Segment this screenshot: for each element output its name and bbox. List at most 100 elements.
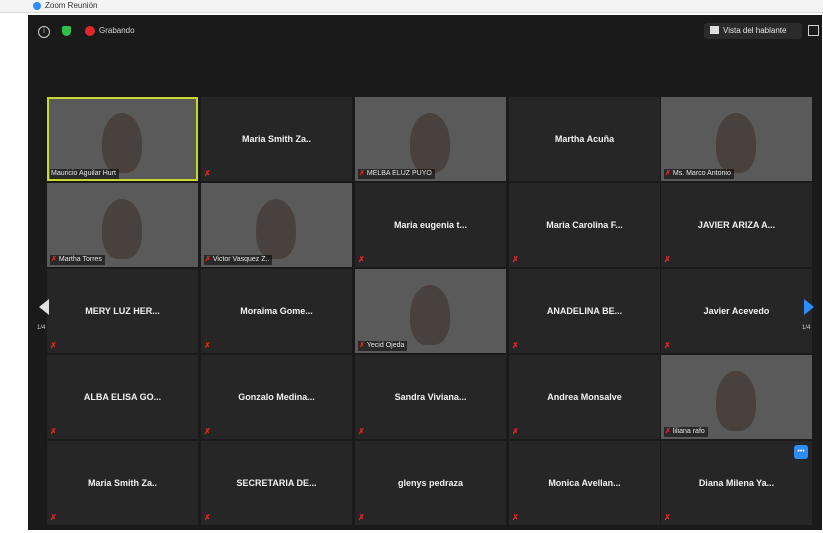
participant-tile[interactable]: ✗ MELBA ELUZ PUYO (355, 97, 506, 181)
muted-mic-icon: ✗ (204, 341, 211, 350)
participant-tile[interactable]: ✗ Ms. Marco Antonio (661, 97, 812, 181)
participant-tile[interactable]: Moraima Gome... ✗ (201, 269, 352, 353)
meeting-top-bar: i Grabando Vista del hablante (28, 15, 822, 50)
participant-name: Sandra Viviana... (394, 392, 467, 402)
participant-tile[interactable]: Diana Milena Ya... ✗ (661, 441, 812, 525)
participant-tile[interactable]: Maria Smith Za.. ✗ (201, 97, 352, 181)
participant-name: Moraima Gome... (240, 306, 313, 316)
muted-mic-icon: ✗ (512, 341, 519, 350)
participant-name: Martha Torres (58, 256, 102, 263)
shield-icon[interactable] (62, 26, 71, 36)
participant-name-tag: ✗ MELBA ELUZ PUYO (358, 169, 435, 179)
participant-tile[interactable]: Javier Acevedo ✗ (661, 269, 812, 353)
muted-mic-icon: ✗ (512, 427, 519, 436)
participant-tile[interactable]: ✗ Victor Vasquez Z.. (201, 183, 352, 267)
participant-video (716, 113, 756, 173)
participant-name: Javier Acevedo (703, 306, 770, 316)
muted-mic-icon: ✗ (204, 427, 211, 436)
participant-tile[interactable]: Sandra Viviana... ✗ (355, 355, 506, 439)
participant-name: Ms. Marco Antonio (672, 170, 731, 177)
participant-tile[interactable]: Mauricio Aguilar Hurt (47, 97, 198, 181)
participant-tile[interactable]: ✗ liliana rafo (661, 355, 812, 439)
participant-tile[interactable]: Maria eugenia t... ✗ (355, 183, 506, 267)
page-indicator-right: 1/4 (802, 325, 811, 331)
chat-icon[interactable]: ••• (794, 445, 808, 459)
participant-name-tag: ✗ Yecid Ojeda (358, 341, 408, 351)
participant-name: JAVIER ARIZA A... (697, 220, 776, 230)
participant-tile[interactable]: ALBA ELISA GO... ✗ (47, 355, 198, 439)
participant-video (410, 285, 450, 345)
participant-video (716, 371, 756, 431)
participant-name: Maria Smith Za.. (87, 478, 158, 488)
participant-name: Gonzalo Medina... (238, 392, 315, 402)
window-title: Zoom Reunión (45, 1, 98, 10)
muted-mic-icon: ✗ (664, 341, 671, 350)
muted-mic-icon: ✗ (358, 513, 365, 522)
participant-name: ALBA ELISA GO... (83, 392, 162, 402)
muted-mic-icon: ✗ (512, 255, 519, 264)
participant-name: ANADELINA BE... (546, 306, 623, 316)
muted-mic-icon: ✗ (50, 427, 57, 436)
participant-tile[interactable]: Gonzalo Medina... ✗ (201, 355, 352, 439)
participant-name: liliana rafo (672, 428, 705, 435)
participant-tile[interactable]: Martha Acuña (509, 97, 660, 181)
participant-tile[interactable]: SECRETARIA DE... ✗ (201, 441, 352, 525)
record-icon (85, 26, 95, 36)
participant-name: MELBA ELUZ PUYO (366, 170, 432, 177)
next-page-button[interactable]: 1/4 (796, 285, 820, 345)
speaker-view-button[interactable]: Vista del hablante (704, 23, 802, 39)
participant-tile[interactable]: ANADELINA BE... ✗ (509, 269, 660, 353)
muted-mic-icon: ✗ (665, 170, 671, 177)
participant-name: SECRETARIA DE... (236, 478, 317, 488)
participant-name: Maria Carolina F... (546, 220, 623, 230)
participant-name-tag: ✗ liliana rafo (664, 427, 708, 437)
participant-name: Yecid Ojeda (366, 342, 405, 349)
participant-tile[interactable]: MERY LUZ HER... ✗ (47, 269, 198, 353)
muted-mic-icon: ✗ (51, 256, 57, 263)
participant-video (256, 199, 296, 259)
participant-name: Martha Acuña (554, 134, 615, 144)
zoom-app-icon (33, 2, 41, 10)
muted-mic-icon: ✗ (205, 256, 211, 263)
participant-tile[interactable]: Maria Smith Za.. ✗ (47, 441, 198, 525)
participant-tile[interactable]: Maria Carolina F... ✗ (509, 183, 660, 267)
muted-mic-icon: ✗ (204, 169, 211, 178)
muted-mic-icon: ✗ (665, 428, 671, 435)
participant-name-tag: ✗ Victor Vasquez Z.. (204, 255, 273, 265)
participant-video (102, 113, 142, 173)
participant-tile[interactable]: Andrea Monsalve ✗ (509, 355, 660, 439)
muted-mic-icon: ✗ (359, 342, 365, 349)
participant-name: Mauricio Aguilar Hurt (51, 170, 116, 177)
participant-name: Andrea Monsalve (547, 392, 622, 402)
participant-name: Maria eugenia t... (393, 220, 468, 230)
muted-mic-icon: ✗ (204, 513, 211, 522)
participant-tile[interactable]: JAVIER ARIZA A... ✗ (661, 183, 812, 267)
arrow-left-icon (39, 299, 49, 315)
muted-mic-icon: ✗ (50, 513, 57, 522)
participant-video (102, 199, 142, 259)
muted-mic-icon: ✗ (664, 513, 671, 522)
muted-mic-icon: ✗ (358, 427, 365, 436)
speaker-view-icon (710, 26, 719, 34)
participant-name: Diana Milena Ya... (698, 478, 775, 488)
title-bar: Zoom Reunión (0, 0, 823, 13)
participant-tile[interactable]: Monica Avellan... ✗ (509, 441, 660, 525)
muted-mic-icon: ✗ (664, 255, 671, 264)
participant-name: Monica Avellan... (548, 478, 621, 488)
participant-tile[interactable]: ✗ Yecid Ojeda (355, 269, 506, 353)
recording-label[interactable]: Grabando (99, 26, 135, 35)
participant-name-tag: ✗ Martha Torres (50, 255, 105, 265)
muted-mic-icon: ✗ (358, 255, 365, 264)
participant-name-tag: ✗ Ms. Marco Antonio (664, 169, 734, 179)
previous-page-button[interactable]: 1/4 (33, 285, 55, 345)
participant-name: MERY LUZ HER... (85, 306, 160, 316)
muted-mic-icon: ✗ (512, 513, 519, 522)
participant-tile[interactable]: ✗ Martha Torres (47, 183, 198, 267)
participant-tile[interactable]: glenys pedraza ✗ (355, 441, 506, 525)
participant-name-tag: Mauricio Aguilar Hurt (50, 169, 119, 179)
arrow-right-icon (804, 299, 814, 315)
participant-name: Victor Vasquez Z.. (212, 256, 270, 263)
info-icon[interactable]: i (38, 26, 50, 38)
fullscreen-icon[interactable] (808, 25, 819, 36)
speaker-view-label: Vista del hablante (723, 26, 787, 35)
